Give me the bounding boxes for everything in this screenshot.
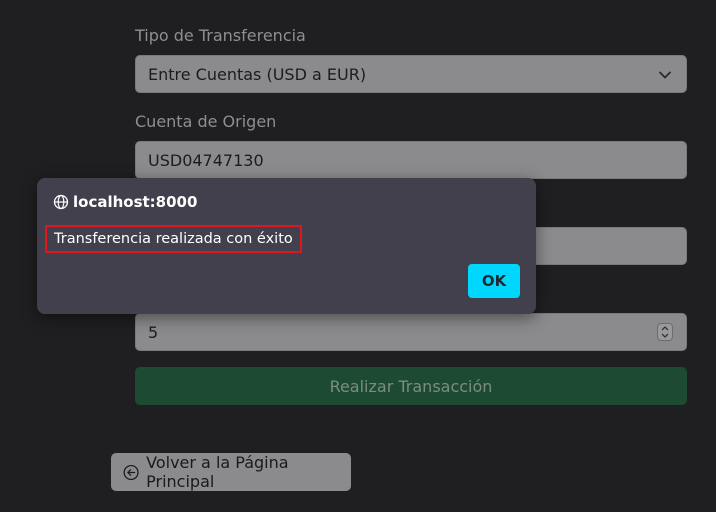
- transfer-page: Tipo de Transferencia Entre Cuentas (USD…: [0, 0, 716, 512]
- arrow-left-circle-icon: [123, 464, 139, 480]
- back-to-home-button[interactable]: Volver a la Página Principal: [111, 453, 351, 491]
- amount-input[interactable]: 5: [135, 313, 687, 351]
- ok-button[interactable]: OK: [468, 264, 520, 298]
- transfer-type-value: Entre Cuentas (USD a EUR): [148, 64, 367, 84]
- alert-dialog: localhost:8000 Transferencia realizada c…: [37, 178, 536, 314]
- back-button-label: Volver a la Página Principal: [146, 453, 289, 491]
- source-account-field[interactable]: USD04747130: [135, 141, 687, 179]
- amount-value: 5: [148, 322, 159, 342]
- globe-icon: [53, 194, 69, 210]
- source-account-label: Cuenta de Origen: [135, 112, 277, 131]
- dialog-message: Transferencia realizada con éxito: [45, 225, 302, 253]
- dialog-origin: localhost:8000: [53, 193, 197, 211]
- submit-transaction-button[interactable]: Realizar Transacción: [135, 367, 687, 405]
- source-account-value: USD04747130: [148, 150, 264, 170]
- transfer-type-label: Tipo de Transferencia: [135, 26, 306, 45]
- dialog-origin-text: localhost:8000: [73, 193, 198, 211]
- transfer-type-select[interactable]: Entre Cuentas (USD a EUR): [135, 55, 687, 93]
- stepper-arrows-icon: [661, 326, 669, 338]
- number-stepper[interactable]: [657, 323, 673, 341]
- chevron-down-icon: [659, 71, 671, 79]
